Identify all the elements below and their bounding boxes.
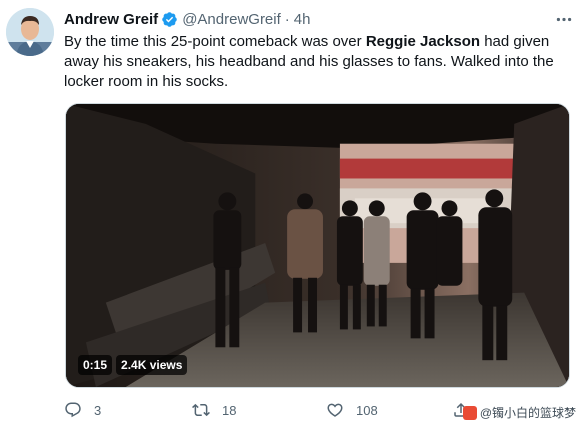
watermark-logo-icon [462,405,477,420]
more-options-icon[interactable] [554,10,574,28]
tweet-text-before: By the time this 25-point comeback was o… [64,33,366,50]
header-separator: · [284,10,290,28]
verified-badge-icon [161,11,178,28]
reply-count: 3 [94,402,102,418]
retweet-icon [192,403,210,417]
reply-button[interactable]: 3 [64,398,101,422]
like-count: 108 [356,402,378,418]
display-name[interactable]: Andrew Greif [64,11,158,28]
like-button[interactable]: 108 [326,398,378,422]
video-view-count: 2.4K views [116,355,188,375]
video-frame-image [66,104,569,387]
video-player[interactable]: 0:15 2.4K views [65,103,570,388]
watermark-text: @镯小白的篮球梦 [479,406,576,420]
avatar-image [6,8,54,56]
retweet-count: 18 [222,402,237,418]
reply-icon [65,402,81,418]
avatar[interactable] [6,8,54,56]
heart-icon [327,403,343,417]
tweet-text: By the time this 25-point comeback was o… [64,32,564,92]
watermark: @镯小白的篮球梦 [462,404,576,421]
timestamp[interactable]: 4h [294,11,311,28]
user-handle[interactable]: @AndrewGreif [182,11,281,28]
tweet-mention-name: Reggie Jackson [365,33,481,50]
video-duration: 0:15 [78,355,113,375]
retweet-button[interactable]: 18 [192,398,236,422]
video-info: 0:15 2.4K views [78,355,188,375]
tweet-header: Andrew Greif @AndrewGreif · 4h [64,9,576,29]
